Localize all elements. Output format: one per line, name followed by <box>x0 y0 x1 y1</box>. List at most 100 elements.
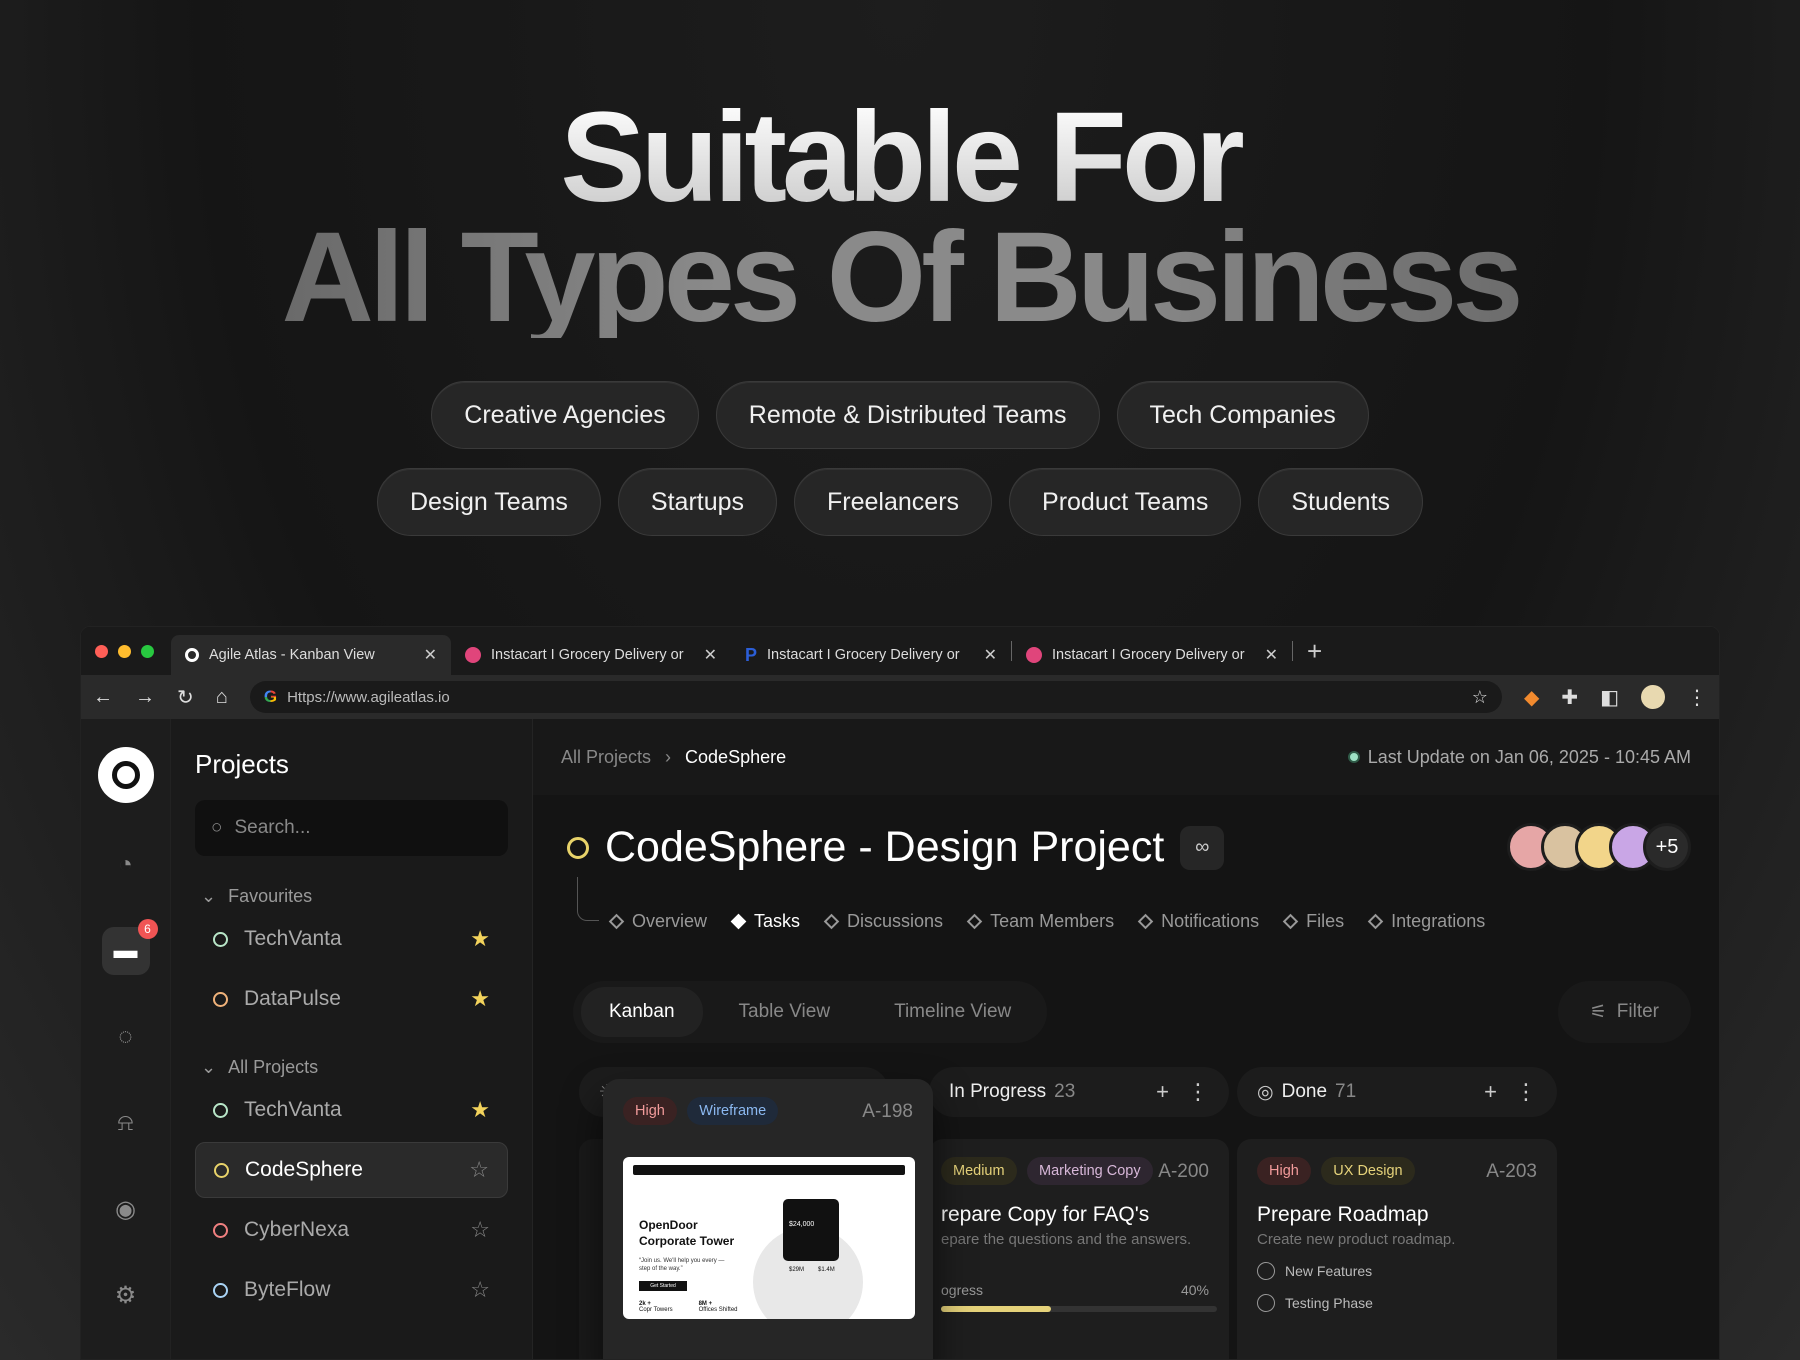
close-tab-icon[interactable]: ✕ <box>984 645 997 665</box>
profile-avatar[interactable] <box>1641 685 1665 709</box>
back-icon[interactable]: ← <box>93 686 113 709</box>
project-item[interactable]: TechVanta ★ <box>195 1082 508 1138</box>
view-table[interactable]: Table View <box>711 987 859 1037</box>
home-icon[interactable]: ⌂ <box>216 686 228 709</box>
close-tab-icon[interactable]: ✕ <box>424 645 437 665</box>
analytics-icon[interactable]: ◔ <box>102 841 150 889</box>
bell-icon[interactable]: ⍾ <box>102 1099 150 1147</box>
search-placeholder: Search... <box>234 817 311 838</box>
tab-separator <box>1292 641 1293 661</box>
tab-overview[interactable]: Overview <box>608 911 707 932</box>
column-header-done: ◎ Done 71 + ⋮ <box>1237 1067 1557 1117</box>
close-tab-icon[interactable]: ✕ <box>1265 645 1278 665</box>
tab-notifications[interactable]: Notifications <box>1137 911 1259 932</box>
chip[interactable]: Product Teams <box>1009 468 1242 536</box>
star-outline-icon[interactable]: ☆ <box>470 1277 490 1303</box>
column-header-in-progress: In Progress 23 + ⋮ <box>929 1067 1229 1117</box>
projects-sidebar: Projects ○ Search... ⌄ Favourites TechVan… <box>171 719 533 1359</box>
project-item[interactable]: DataPulse ★ <box>195 971 508 1027</box>
app-logo[interactable] <box>97 747 154 803</box>
close-window-button[interactable] <box>95 644 108 658</box>
bookmark-star-icon[interactable]: ☆ <box>1472 687 1488 708</box>
project-name: DataPulse <box>244 987 341 1010</box>
view-timeline[interactable]: Timeline View <box>866 987 1039 1037</box>
mock-stat-label: Offices Shifted <box>698 1307 738 1313</box>
browser-window: Agile Atlas - Kanban View ✕ Instacart I … <box>80 626 1720 1360</box>
close-tab-icon[interactable]: ✕ <box>704 645 717 665</box>
puzzle-extensions-icon[interactable]: ✚ <box>1561 685 1578 710</box>
sidepanel-icon[interactable]: ◧ <box>1600 685 1619 710</box>
new-tab-icon[interactable]: + <box>1307 636 1322 667</box>
chip[interactable]: Remote & Distributed Teams <box>715 381 1100 449</box>
browser-tab[interactable]: P Instacart I Grocery Delivery or ✕ <box>731 635 1011 675</box>
all-projects-section-toggle[interactable]: ⌄ All Projects <box>201 1057 508 1078</box>
task-id: A-203 <box>1486 1161 1537 1182</box>
chat-icon[interactable]: ◌ <box>102 1013 150 1061</box>
icon-rail: ◔ ▬ 6 ◌ ⍾ ◉ ⚙ <box>81 719 171 1359</box>
task-id: A-198 <box>862 1101 913 1122</box>
add-task-icon[interactable]: + <box>1484 1079 1497 1105</box>
chip[interactable]: Design Teams <box>376 468 601 536</box>
task-title: Prepare Roadmap <box>1257 1203 1429 1226</box>
dragged-task-card[interactable]: High Wireframe A-198 OpenDoor Corporate … <box>603 1079 933 1359</box>
search-input[interactable]: ○ Search... <box>195 800 508 856</box>
settings-gear-icon[interactable]: ⚙ <box>102 1271 150 1319</box>
task-card[interactable]: High UX Design A-203 Prepare Roadmap Cre… <box>1237 1139 1557 1359</box>
checkbox-icon[interactable] <box>1257 1294 1275 1312</box>
folder-icon[interactable]: ▬ 6 <box>101 919 158 975</box>
user-icon[interactable]: ◉ <box>102 1185 150 1233</box>
project-item[interactable]: CyberNexa ☆ <box>195 1202 508 1258</box>
star-filled-icon[interactable]: ★ <box>470 926 490 952</box>
favourites-section-toggle[interactable]: ⌄ Favourites <box>201 886 508 907</box>
fox-extension-icon[interactable]: ◆ <box>1524 685 1539 710</box>
tab-integrations[interactable]: Integrations <box>1367 911 1485 932</box>
star-outline-icon[interactable]: ☆ <box>469 1157 489 1183</box>
star-outline-icon[interactable]: ☆ <box>470 1217 490 1243</box>
chip[interactable]: Creative Agencies <box>431 381 699 449</box>
forward-icon[interactable]: → <box>135 686 155 709</box>
progress-track <box>941 1306 1217 1312</box>
breadcrumb-root-link[interactable]: All Projects <box>561 747 651 768</box>
chip[interactable]: Freelancers <box>794 468 993 536</box>
section-label: All Projects <box>228 1057 319 1077</box>
status-dot-icon <box>1347 751 1360 763</box>
minimize-window-button[interactable] <box>118 644 131 658</box>
progress-label: ogress <box>941 1282 984 1298</box>
view-kanban[interactable]: Kanban <box>581 987 703 1037</box>
maximize-window-button[interactable] <box>141 644 154 658</box>
url-field[interactable]: G Https://www.agileatlas.io ☆ <box>249 681 1502 713</box>
project-item[interactable]: TechVanta ★ <box>195 911 508 967</box>
project-item-selected[interactable]: CodeSphere ☆ <box>195 1142 508 1198</box>
checkbox-icon[interactable] <box>1257 1262 1275 1280</box>
task-card[interactable]: Medium Marketing Copy A-200 repare Copy … <box>929 1139 1229 1359</box>
status-circle-icon <box>567 836 589 859</box>
reload-icon[interactable]: ↻ <box>177 685 194 710</box>
tab-team-members[interactable]: Team Members <box>966 911 1114 932</box>
tab-discussions[interactable]: Discussions <box>823 911 943 932</box>
tab-files[interactable]: Files <box>1282 911 1344 932</box>
browser-tab[interactable]: Instacart I Grocery Delivery or ✕ <box>451 635 731 675</box>
browser-tab[interactable]: Agile Atlas - Kanban View ✕ <box>171 635 451 675</box>
link-icon[interactable]: ∞ <box>1180 825 1225 870</box>
chip[interactable]: Tech Companies <box>1116 381 1369 449</box>
checklist-item[interactable]: New Features <box>1257 1262 1537 1280</box>
checklist-item[interactable]: Testing Phase <box>1257 1294 1537 1312</box>
column-menu-icon[interactable]: ⋮ <box>1187 1079 1209 1105</box>
status-circle-icon <box>214 1162 229 1178</box>
add-task-icon[interactable]: + <box>1156 1079 1169 1105</box>
chip[interactable]: Startups <box>617 468 778 536</box>
chevron-right-icon: › <box>665 746 672 767</box>
member-avatars[interactable]: +5 <box>1507 823 1691 871</box>
browser-tab[interactable]: Instacart I Grocery Delivery or ✕ <box>1012 635 1292 675</box>
project-item[interactable]: ByteFlow ☆ <box>195 1262 508 1318</box>
star-filled-icon[interactable]: ★ <box>470 986 490 1012</box>
status-circle-icon <box>213 991 228 1007</box>
notification-badge: 6 <box>137 919 158 939</box>
column-menu-icon[interactable]: ⋮ <box>1515 1079 1537 1105</box>
chip[interactable]: Students <box>1258 468 1424 536</box>
star-filled-icon[interactable]: ★ <box>470 1097 490 1123</box>
filter-button[interactable]: ⚟ Filter <box>1557 981 1691 1043</box>
browser-menu-icon[interactable]: ⋮ <box>1687 685 1707 710</box>
tab-tasks[interactable]: Tasks <box>730 911 800 932</box>
tab-label: Agile Atlas - Kanban View <box>209 647 375 663</box>
